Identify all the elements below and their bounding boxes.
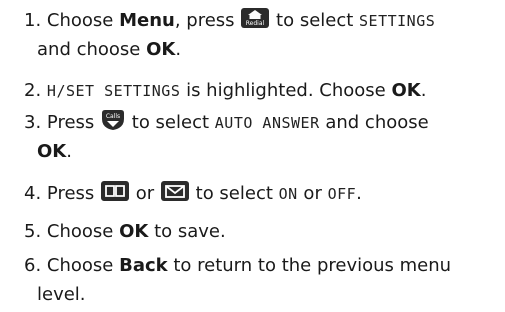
step-text: and choose <box>319 112 429 133</box>
step-text: Press <box>46 112 101 133</box>
phonebook-key-icon <box>101 181 130 201</box>
step-text: or <box>297 183 328 204</box>
step-number: 5. <box>24 221 42 242</box>
ok-keyword: OK <box>37 141 67 162</box>
step-number: 2. <box>24 80 42 101</box>
step-6: 6. Choose Back to return to the previous… <box>24 252 451 279</box>
ok-keyword: OK <box>391 80 421 101</box>
step-4: 4. Press or to select ON or OFF. <box>24 180 362 208</box>
lcd-text: H/SET SETTINGS <box>46 82 181 100</box>
menu-keyword: Menu <box>119 10 175 31</box>
step-3-continued: OK. <box>24 138 72 165</box>
step-1-continued: and choose OK. <box>24 36 181 63</box>
step-text: and choose <box>37 39 147 60</box>
step-text: . <box>66 141 72 162</box>
step-text: is highlighted. Choose <box>180 80 392 101</box>
step-5: 5. Choose OK to save. <box>24 218 226 245</box>
redial-key-label: Redial <box>246 20 265 27</box>
step-3: 3. Press Calls to select AUTO ANSWER and… <box>24 109 429 137</box>
lcd-text: AUTO ANSWER <box>214 114 320 132</box>
instruction-steps: 1. Choose Menu, press Redial to select S… <box>0 0 505 312</box>
step-number: 1. <box>24 10 42 31</box>
step-number: 4. <box>24 183 42 204</box>
step-2: 2. H/SET SETTINGS is highlighted. Choose… <box>24 77 426 105</box>
step-text: to select <box>131 112 215 133</box>
step-number: 3. <box>24 112 42 133</box>
ok-keyword: OK <box>146 39 176 60</box>
step-1: 1. Choose Menu, press Redial to select S… <box>24 7 435 35</box>
lcd-text: SETTINGS <box>359 12 436 30</box>
step-text: to return to the previous menu <box>167 255 452 276</box>
calls-key-label: Calls <box>106 113 120 120</box>
step-text: Choose <box>46 255 120 276</box>
step-text: to save. <box>148 221 226 242</box>
step-text: level. <box>37 284 86 305</box>
message-key-icon <box>160 181 189 201</box>
redial-key-icon: Redial <box>241 8 270 28</box>
step-6-continued: level. <box>24 281 86 308</box>
step-text: to select <box>276 10 360 31</box>
step-text: . <box>175 39 182 60</box>
step-text: . <box>356 183 362 204</box>
step-text: Press <box>46 183 101 204</box>
step-text: to select <box>195 183 279 204</box>
calls-key-icon: Calls <box>102 110 125 130</box>
step-text: Choose <box>46 10 120 31</box>
lcd-text: ON <box>278 185 298 203</box>
step-text: , press <box>174 10 241 31</box>
step-text: . <box>420 80 427 101</box>
back-keyword: Back <box>119 255 168 276</box>
ok-keyword: OK <box>119 221 149 242</box>
step-text: Choose <box>46 221 120 242</box>
lcd-text: OFF <box>327 185 357 203</box>
step-text: or <box>135 183 160 204</box>
step-number: 6. <box>24 255 42 276</box>
